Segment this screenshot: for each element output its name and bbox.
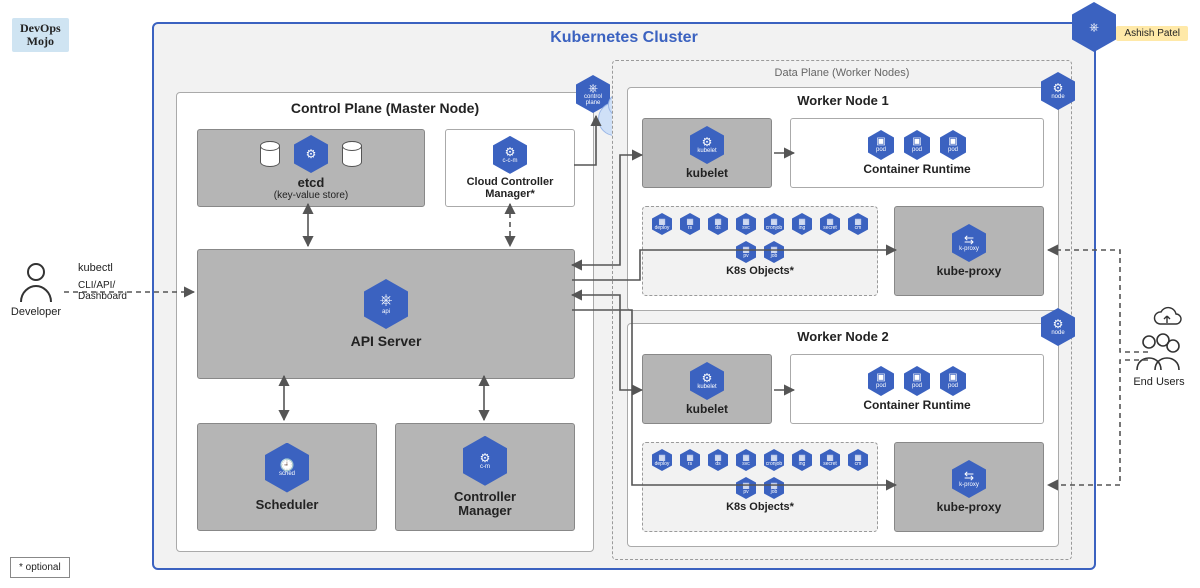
api-server-title: API Server bbox=[351, 333, 422, 349]
kubernetes-architecture-diagram: DevOps Mojo Ashish Patel * optional Deve… bbox=[0, 0, 1200, 588]
cluster-title: Kubernetes Cluster bbox=[154, 26, 1094, 50]
pod-icon: ▣pod bbox=[940, 130, 966, 160]
k8s-object-icon-job: ▦job bbox=[764, 241, 784, 263]
k8s-object-icon-ds: ▦ds bbox=[708, 213, 728, 235]
worker2-objects-title: K8s Objects* bbox=[649, 501, 871, 513]
users-icon bbox=[1133, 330, 1185, 374]
kubelet-badge-icon: ⚙kubelet bbox=[690, 126, 724, 164]
worker2-kube-proxy-title: kube-proxy bbox=[937, 500, 1002, 514]
k8s-object-icon-deploy: ▦deploy bbox=[652, 449, 672, 471]
pod-icon: ▣pod bbox=[904, 130, 930, 160]
etcd-subtitle: (key-value store) bbox=[274, 190, 348, 201]
database-icon bbox=[342, 141, 362, 167]
worker-node-1-title: Worker Node 1 bbox=[628, 92, 1058, 108]
end-users-actor: End Users bbox=[1126, 330, 1192, 388]
worker2-runtime-box: ▣pod ▣pod ▣pod Container Runtime bbox=[790, 354, 1044, 424]
user-icon bbox=[17, 260, 55, 304]
kubelet-badge-icon: ⚙kubelet bbox=[690, 362, 724, 400]
scheduler-title: Scheduler bbox=[256, 497, 319, 512]
worker-node-2-title: Worker Node 2 bbox=[628, 328, 1058, 344]
worker1-runtime-title: Container Runtime bbox=[863, 162, 970, 176]
control-plane-title: Control Plane (Master Node) bbox=[177, 99, 593, 117]
scheduler-badge-icon: 🕘sched bbox=[265, 443, 309, 493]
end-users-label: End Users bbox=[1133, 376, 1184, 388]
worker1-k8s-objects-box: ▦deploy ▦rs ▦ds ▦svc ▦cronjob ▦ing ▦secret ▦cm ▦… bbox=[642, 206, 878, 296]
k8s-object-icon-svc: ▦svc bbox=[736, 213, 756, 235]
ccm-box: ⚙c-c-m Cloud Controller Manager* bbox=[445, 129, 575, 207]
worker-node-2-box: Worker Node 2 ⚙node ⚙kubelet kubelet ▣po… bbox=[627, 323, 1059, 547]
scheduler-box: 🕘sched Scheduler bbox=[197, 423, 377, 531]
cli-sub-label: CLI/API/ Dashboard bbox=[78, 280, 127, 302]
worker1-kube-proxy-title: kube-proxy bbox=[937, 264, 1002, 278]
worker1-kube-proxy-box: ⇆k-proxy kube-proxy bbox=[894, 206, 1044, 296]
worker2-kubelet-title: kubelet bbox=[686, 402, 728, 416]
ccm-badge-icon: ⚙c-c-m bbox=[493, 136, 527, 174]
developer-label: Developer bbox=[11, 306, 61, 318]
kubectl-label: kubectl bbox=[78, 262, 113, 274]
devops-mojo-badge: DevOps Mojo bbox=[12, 18, 69, 52]
database-icon bbox=[260, 141, 280, 167]
pod-icon: ▣pod bbox=[868, 130, 894, 160]
worker2-runtime-title: Container Runtime bbox=[863, 398, 970, 412]
k8s-object-icon-pv: ▦pv bbox=[736, 477, 756, 499]
cm-title: Controller Manager bbox=[454, 490, 516, 519]
control-plane-box: Control Plane (Master Node) ⎈ control pl… bbox=[176, 92, 594, 552]
api-server-box: ⎈api API Server bbox=[197, 249, 575, 379]
k8s-object-icon-cronjob: ▦cronjob bbox=[764, 213, 784, 235]
k8s-object-icon-ing: ▦ing bbox=[792, 213, 812, 235]
k8s-object-icon-cm: ▦cm bbox=[848, 213, 868, 235]
k8s-object-icon-cm: ▦cm bbox=[848, 449, 868, 471]
pod-icon: ▣pod bbox=[868, 366, 894, 396]
k8s-object-icon-svc: ▦svc bbox=[736, 449, 756, 471]
pod-icon: ▣pod bbox=[904, 366, 930, 396]
data-plane-box: Data Plane (Worker Nodes) Worker Node 1 … bbox=[612, 60, 1072, 560]
kube-proxy-badge-icon: ⇆k-proxy bbox=[952, 460, 986, 498]
legend-optional: * optional bbox=[10, 557, 70, 578]
etcd-box: ⚙ etcd (key-value store) bbox=[197, 129, 425, 207]
k8s-object-icon-rs: ▦rs bbox=[680, 213, 700, 235]
etcd-title: etcd bbox=[298, 175, 325, 190]
k8s-object-icon-cronjob: ▦cronjob bbox=[764, 449, 784, 471]
k8s-object-icon-rs: ▦rs bbox=[680, 449, 700, 471]
cloud-upload-icon bbox=[1152, 306, 1182, 330]
worker-node-1-box: Worker Node 1 ⚙node ⚙kubelet kubelet ▣po… bbox=[627, 87, 1059, 311]
author-credit: Ashish Patel bbox=[1116, 26, 1188, 41]
api-badge-icon: ⎈api bbox=[364, 279, 408, 329]
worker1-kubelet-box: ⚙kubelet kubelet bbox=[642, 118, 772, 188]
ccm-title: Cloud Controller Manager* bbox=[467, 176, 554, 200]
k8s-object-icon-pv: ▦pv bbox=[736, 241, 756, 263]
worker1-kubelet-title: kubelet bbox=[686, 166, 728, 180]
cluster-box: Kubernetes Cluster ⎈ Control Plane (Mast… bbox=[152, 22, 1096, 570]
k8s-object-icon-ing: ▦ing bbox=[792, 449, 812, 471]
controller-manager-box: ⚙c-m Controller Manager bbox=[395, 423, 575, 531]
k8s-object-icon-job: ▦job bbox=[764, 477, 784, 499]
worker2-kubelet-box: ⚙kubelet kubelet bbox=[642, 354, 772, 424]
cm-badge-icon: ⚙c-m bbox=[463, 436, 507, 486]
developer-actor: Developer bbox=[6, 260, 66, 318]
pod-icon: ▣pod bbox=[940, 366, 966, 396]
data-plane-title: Data Plane (Worker Nodes) bbox=[613, 65, 1071, 81]
k8s-object-icon-secret: ▦secret bbox=[820, 449, 840, 471]
worker2-k8s-objects-box: ▦deploy ▦rs ▦ds ▦svc ▦cronjob ▦ing ▦secret ▦cm ▦… bbox=[642, 442, 878, 532]
k8s-object-icon-deploy: ▦deploy bbox=[652, 213, 672, 235]
worker1-objects-title: K8s Objects* bbox=[649, 265, 871, 277]
k8s-object-icon-secret: ▦secret bbox=[820, 213, 840, 235]
worker2-kube-proxy-box: ⇆k-proxy kube-proxy bbox=[894, 442, 1044, 532]
kube-proxy-badge-icon: ⇆k-proxy bbox=[952, 224, 986, 262]
etcd-badge-icon: ⚙ bbox=[294, 135, 328, 173]
worker1-runtime-box: ▣pod ▣pod ▣pod Container Runtime bbox=[790, 118, 1044, 188]
k8s-object-icon-ds: ▦ds bbox=[708, 449, 728, 471]
